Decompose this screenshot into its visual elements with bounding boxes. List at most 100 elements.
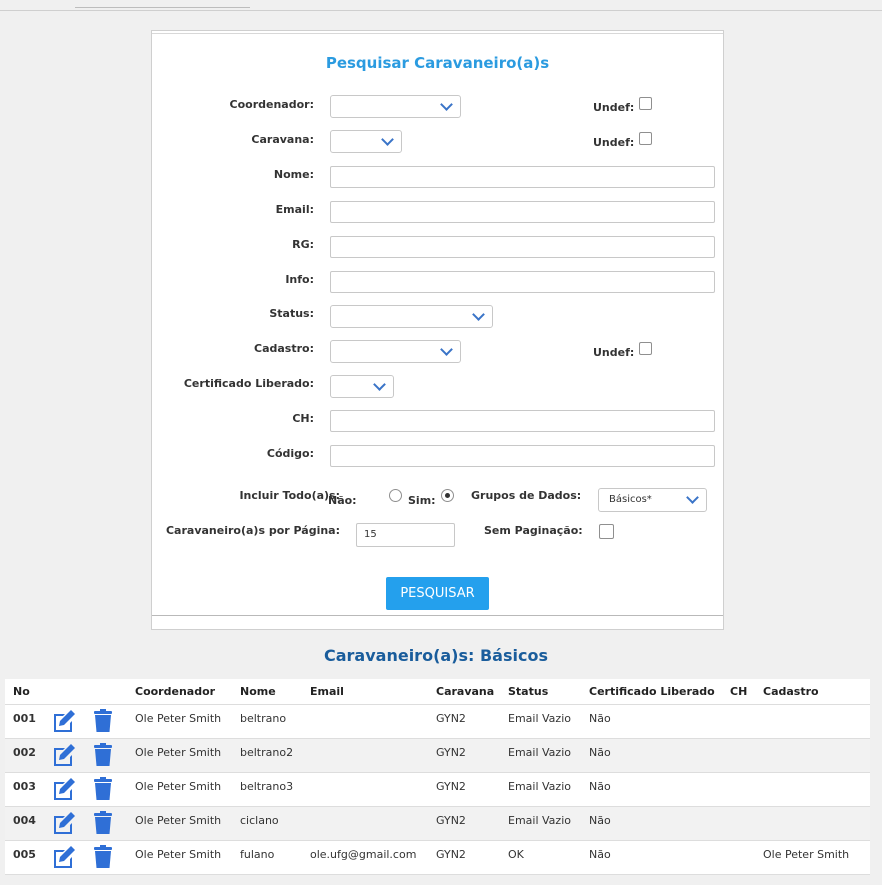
edit-cell bbox=[43, 806, 85, 841]
delete-cell bbox=[85, 840, 127, 875]
trash-icon[interactable] bbox=[93, 777, 113, 801]
info-label: Info: bbox=[285, 273, 314, 286]
trash-icon[interactable] bbox=[93, 845, 113, 869]
col-coordenador: Coordenador bbox=[127, 679, 232, 705]
row-cadastro bbox=[755, 806, 870, 841]
row-cadastro bbox=[755, 772, 870, 807]
row-coordenador: Ole Peter Smith bbox=[127, 772, 232, 807]
chevron-down-icon bbox=[472, 308, 485, 321]
row-certificado: Não bbox=[581, 738, 722, 773]
row-certificado: Não bbox=[581, 806, 722, 841]
col-nome: Nome bbox=[232, 679, 302, 705]
ch-input[interactable] bbox=[330, 410, 715, 432]
chevron-down-icon bbox=[686, 491, 699, 504]
certificado-label: Certificado Liberado: bbox=[183, 377, 314, 390]
search-button[interactable]: PESQUISAR bbox=[386, 577, 489, 610]
trash-icon[interactable] bbox=[93, 811, 113, 835]
row-status: Email Vazio bbox=[500, 772, 581, 807]
grupos-selected-value: Básicos* bbox=[609, 494, 652, 505]
row-nome: beltrano3 bbox=[232, 772, 302, 807]
col-certificado: Certificado Liberado bbox=[581, 679, 722, 705]
table-header-row: No Coordenador Nome Email Caravana Statu… bbox=[5, 679, 870, 705]
email-input[interactable] bbox=[330, 201, 715, 223]
row-certificado: Não bbox=[581, 840, 722, 875]
row-ch bbox=[722, 772, 755, 807]
email-label: Email: bbox=[275, 203, 314, 216]
row-caravana: GYN2 bbox=[428, 806, 500, 841]
table-row: 003 Ole Peter Smith beltrano3 GYN2 Email… bbox=[5, 772, 870, 807]
rg-label: RG: bbox=[292, 238, 314, 251]
results-title: Caravaneiro(a)s: Básicos bbox=[324, 646, 548, 665]
coordenador-select[interactable] bbox=[330, 95, 461, 118]
radio-nao-label: Não: bbox=[328, 494, 357, 507]
row-ch bbox=[722, 704, 755, 739]
info-input[interactable] bbox=[330, 271, 715, 293]
table-row: 005 Ole Peter Smith fulano ole.ufg@gmail… bbox=[5, 840, 870, 875]
edit-icon[interactable] bbox=[51, 811, 77, 835]
sem-paginacao-label: Sem Paginação: bbox=[484, 524, 583, 537]
grupos-select[interactable]: Básicos* bbox=[598, 488, 707, 512]
caravana-undef-label: Undef: bbox=[593, 136, 635, 149]
row-email bbox=[302, 738, 428, 773]
table-row: 004 Ole Peter Smith ciclano GYN2 Email V… bbox=[5, 806, 870, 841]
cadastro-label: Cadastro: bbox=[254, 342, 314, 355]
certificado-select[interactable] bbox=[330, 375, 394, 398]
coordenador-undef-checkbox[interactable] bbox=[639, 97, 652, 110]
row-coordenador: Ole Peter Smith bbox=[127, 738, 232, 773]
edit-icon[interactable] bbox=[51, 743, 77, 767]
chevron-down-icon bbox=[381, 133, 394, 146]
status-select[interactable] bbox=[330, 305, 493, 328]
por-pagina-input[interactable]: 15 bbox=[356, 523, 455, 547]
results-table: No Coordenador Nome Email Caravana Statu… bbox=[5, 679, 870, 875]
edit-icon[interactable] bbox=[51, 709, 77, 733]
nome-input[interactable] bbox=[330, 166, 715, 188]
edit-icon[interactable] bbox=[51, 845, 77, 869]
row-ch bbox=[722, 738, 755, 773]
row-caravana: GYN2 bbox=[428, 840, 500, 875]
row-ch bbox=[722, 840, 755, 875]
row-ch bbox=[722, 806, 755, 841]
row-nome: beltrano2 bbox=[232, 738, 302, 773]
grupos-label: Grupos de Dados: bbox=[471, 489, 582, 502]
cadastro-select[interactable] bbox=[330, 340, 461, 363]
trash-icon[interactable] bbox=[93, 709, 113, 733]
delete-cell bbox=[85, 704, 127, 739]
col-email: Email bbox=[302, 679, 428, 705]
row-coordenador: Ole Peter Smith bbox=[127, 704, 232, 739]
trash-icon[interactable] bbox=[93, 743, 113, 767]
col-ch: CH bbox=[722, 679, 755, 705]
edit-icon[interactable] bbox=[51, 777, 77, 801]
radio-nao[interactable] bbox=[389, 489, 402, 502]
caravana-select[interactable] bbox=[330, 130, 402, 153]
search-title: Pesquisar Caravaneiro(a)s bbox=[325, 54, 550, 72]
cadastro-undef-checkbox[interactable] bbox=[639, 342, 652, 355]
row-coordenador: Ole Peter Smith bbox=[127, 840, 232, 875]
row-no: 003 bbox=[5, 772, 43, 807]
por-pagina-value: 15 bbox=[364, 529, 377, 540]
row-coordenador: Ole Peter Smith bbox=[127, 806, 232, 841]
row-email bbox=[302, 772, 428, 807]
row-caravana: GYN2 bbox=[428, 772, 500, 807]
row-cadastro bbox=[755, 738, 870, 773]
col-no: No bbox=[5, 679, 43, 705]
row-certificado: Não bbox=[581, 772, 722, 807]
caravana-undef-checkbox[interactable] bbox=[639, 132, 652, 145]
rg-input[interactable] bbox=[330, 236, 715, 258]
row-nome: ciclano bbox=[232, 806, 302, 841]
search-panel: Pesquisar Caravaneiro(a)s Coordenador: U… bbox=[151, 30, 724, 630]
codigo-input[interactable] bbox=[330, 445, 715, 467]
radio-sim[interactable] bbox=[441, 489, 454, 502]
row-status: OK bbox=[500, 840, 581, 875]
incluir-label: Incluir Todo(a)s: bbox=[239, 489, 340, 502]
row-email: ole.ufg@gmail.com bbox=[302, 840, 428, 875]
delete-cell bbox=[85, 806, 127, 841]
edit-cell bbox=[43, 772, 85, 807]
row-caravana: GYN2 bbox=[428, 738, 500, 773]
row-caravana: GYN2 bbox=[428, 704, 500, 739]
row-nome: fulano bbox=[232, 840, 302, 875]
radio-sim-label: Sim: bbox=[408, 494, 436, 507]
nome-label: Nome: bbox=[273, 168, 314, 181]
panel-bottom-divider bbox=[152, 615, 723, 616]
ch-label: CH: bbox=[292, 412, 314, 425]
sem-paginacao-checkbox[interactable] bbox=[599, 524, 614, 539]
